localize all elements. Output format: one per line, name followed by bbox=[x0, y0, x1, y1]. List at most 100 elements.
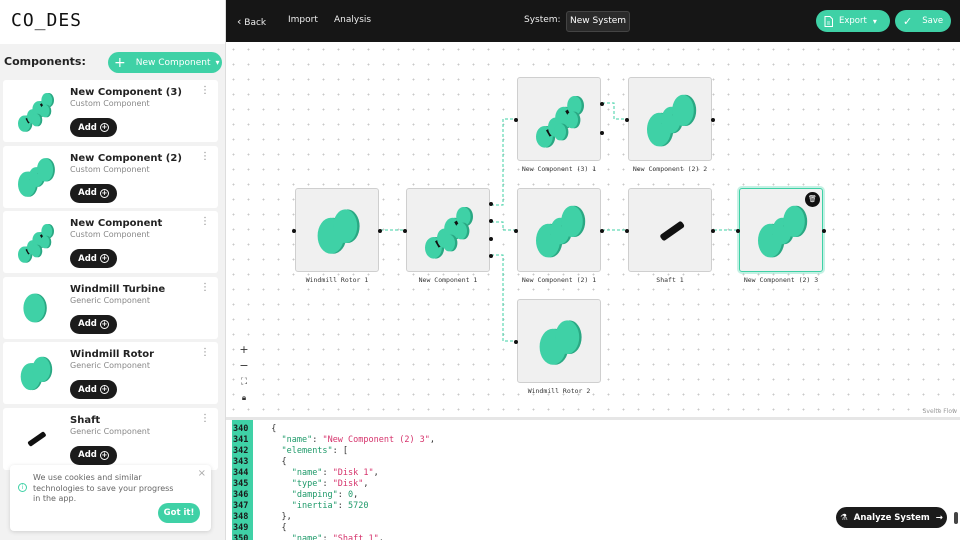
flow-node[interactable] bbox=[514, 299, 601, 383]
attribution-link[interactable]: Svelte Flow bbox=[923, 408, 957, 415]
component-card[interactable]: Windmill Turbine Generic Component Add + … bbox=[3, 276, 218, 339]
component-card[interactable]: New Component Custom Component Add + ⋮ bbox=[3, 211, 218, 274]
analyze-system-button[interactable]: ⚗ Analyze System → bbox=[836, 507, 947, 528]
scrollbar[interactable] bbox=[954, 512, 958, 524]
chevron-down-icon: ▾ bbox=[872, 16, 877, 26]
double-disk-icon bbox=[7, 346, 65, 400]
connection-handle[interactable] bbox=[489, 237, 493, 241]
connection-handle[interactable] bbox=[625, 229, 629, 233]
connection-handle[interactable] bbox=[600, 229, 604, 233]
add-component-button[interactable]: Add + bbox=[70, 314, 117, 334]
new-component-button[interactable]: + New Component ▾ bbox=[108, 52, 222, 73]
connection-handle[interactable] bbox=[489, 254, 493, 258]
plus-circle-icon: + bbox=[99, 450, 109, 460]
connection-handle[interactable] bbox=[600, 131, 604, 135]
disk-icon bbox=[7, 281, 65, 335]
connection-handle[interactable] bbox=[514, 340, 518, 344]
code-text: "name": "Shaft 1", bbox=[291, 534, 384, 540]
code-line: 348 }, bbox=[226, 512, 926, 523]
node-label: Windmill Rotor 1 bbox=[305, 276, 369, 284]
connection-handle[interactable] bbox=[625, 118, 629, 122]
add-component-button[interactable]: Add + bbox=[70, 118, 117, 137]
import-button[interactable]: Import bbox=[288, 15, 318, 25]
component-title: Shaft bbox=[70, 414, 101, 426]
add-component-button[interactable]: Add + bbox=[70, 445, 117, 465]
flow-canvas[interactable]: Windmill Rotor 1 New Component 1 New Compo… bbox=[226, 42, 960, 417]
line-number: 344 bbox=[233, 468, 249, 478]
more-options-icon[interactable]: ⋮ bbox=[200, 282, 210, 293]
flow-node[interactable] bbox=[403, 188, 493, 272]
line-number: 350 bbox=[233, 534, 249, 540]
connection-handle[interactable] bbox=[514, 118, 518, 122]
flow-node[interactable] bbox=[514, 77, 604, 161]
flow-node[interactable] bbox=[514, 188, 604, 272]
flow-node[interactable] bbox=[625, 77, 715, 161]
system-name-input[interactable]: New System bbox=[566, 11, 630, 32]
more-options-icon[interactable]: ⋮ bbox=[200, 413, 210, 424]
export-button[interactable]: Export ▾ bbox=[816, 10, 890, 32]
component-subtitle: Generic Component bbox=[70, 426, 151, 436]
multi-disk-assembly-icon bbox=[7, 84, 65, 138]
add-component-button[interactable]: Add + bbox=[70, 380, 117, 400]
system-label: System: bbox=[524, 15, 561, 25]
component-subtitle: Generic Component bbox=[70, 361, 151, 371]
add-label: Add bbox=[78, 450, 97, 461]
add-component-button[interactable]: Add + bbox=[70, 183, 117, 203]
analysis-button[interactable]: Analysis bbox=[334, 15, 371, 25]
multi-disk-assembly-icon bbox=[7, 215, 65, 269]
connection-handle[interactable] bbox=[736, 229, 740, 233]
triple-disk-icon bbox=[7, 150, 65, 204]
code-text: "inertia": 5720 bbox=[291, 501, 369, 511]
save-button[interactable]: ✓ Save bbox=[895, 10, 951, 32]
code-line: 346 "damping": 0, bbox=[226, 490, 926, 501]
connection-handle[interactable] bbox=[403, 229, 407, 233]
node-label: New Component (3) 1 bbox=[521, 165, 597, 173]
connection-handle[interactable] bbox=[514, 229, 518, 233]
flow-node[interactable] bbox=[292, 188, 382, 272]
fit-view-button[interactable]: ⛶ bbox=[236, 374, 252, 390]
more-options-icon[interactable]: ⋮ bbox=[200, 217, 210, 227]
edge-nc1-nc2-1 bbox=[491, 221, 517, 231]
zoom-in-button[interactable]: + bbox=[236, 342, 252, 358]
component-card[interactable]: Windmill Rotor Generic Component Add + ⋮ bbox=[3, 342, 218, 405]
cookie-accept-button[interactable]: Got it! bbox=[158, 503, 200, 523]
connection-handle[interactable] bbox=[489, 219, 493, 223]
flow-node[interactable] bbox=[625, 188, 715, 272]
code-text: { bbox=[261, 523, 287, 533]
more-options-icon[interactable]: ⋮ bbox=[200, 348, 210, 358]
lock-button[interactable]: 🔒︎ bbox=[236, 390, 252, 406]
code-text: { bbox=[261, 457, 287, 467]
component-subtitle: Generic Component bbox=[70, 295, 151, 305]
connection-handle[interactable] bbox=[378, 229, 382, 233]
code-line: 344 "name": "Disk 1", bbox=[226, 468, 926, 479]
component-card[interactable]: Shaft Generic Component Add + ⋮ bbox=[3, 407, 218, 470]
code-line: 340 { bbox=[226, 424, 926, 435]
triple-disk-icon bbox=[524, 195, 596, 271]
code-text: { bbox=[261, 424, 277, 434]
edge-nc3-nc2-2 bbox=[602, 102, 628, 120]
connection-handle[interactable] bbox=[489, 202, 493, 206]
connection-handle[interactable] bbox=[600, 102, 604, 106]
connection-handle[interactable] bbox=[822, 229, 826, 233]
delete-node-icon[interactable]: 🗑︎ bbox=[805, 192, 820, 207]
code-text: "elements": [ bbox=[281, 446, 349, 456]
flow-node[interactable]: 🗑︎ bbox=[736, 188, 826, 272]
component-card[interactable]: New Component (3) Custom Component Add + … bbox=[3, 80, 218, 142]
more-options-icon[interactable]: ⋮ bbox=[200, 151, 210, 162]
code-text: "type": "Disk", bbox=[291, 479, 369, 489]
connection-handle[interactable] bbox=[711, 118, 715, 122]
back-button[interactable]: ‹ Back bbox=[237, 15, 266, 28]
more-options-icon[interactable]: ⋮ bbox=[200, 86, 210, 96]
export-label: Export bbox=[839, 16, 867, 26]
code-text: "name": "Disk 1", bbox=[291, 468, 379, 478]
line-number: 342 bbox=[233, 446, 249, 456]
component-card[interactable]: New Component (2) Custom Component Add + … bbox=[3, 145, 218, 208]
component-subtitle: Custom Component bbox=[70, 99, 150, 108]
line-number: 345 bbox=[233, 479, 249, 489]
close-icon[interactable]: × bbox=[198, 468, 206, 479]
node-label: Windmill Rotor 2 bbox=[527, 387, 591, 395]
connection-handle[interactable] bbox=[711, 229, 715, 233]
connection-handle[interactable] bbox=[292, 229, 296, 233]
add-component-button[interactable]: Add + bbox=[70, 249, 117, 269]
zoom-out-button[interactable]: − bbox=[236, 358, 252, 374]
